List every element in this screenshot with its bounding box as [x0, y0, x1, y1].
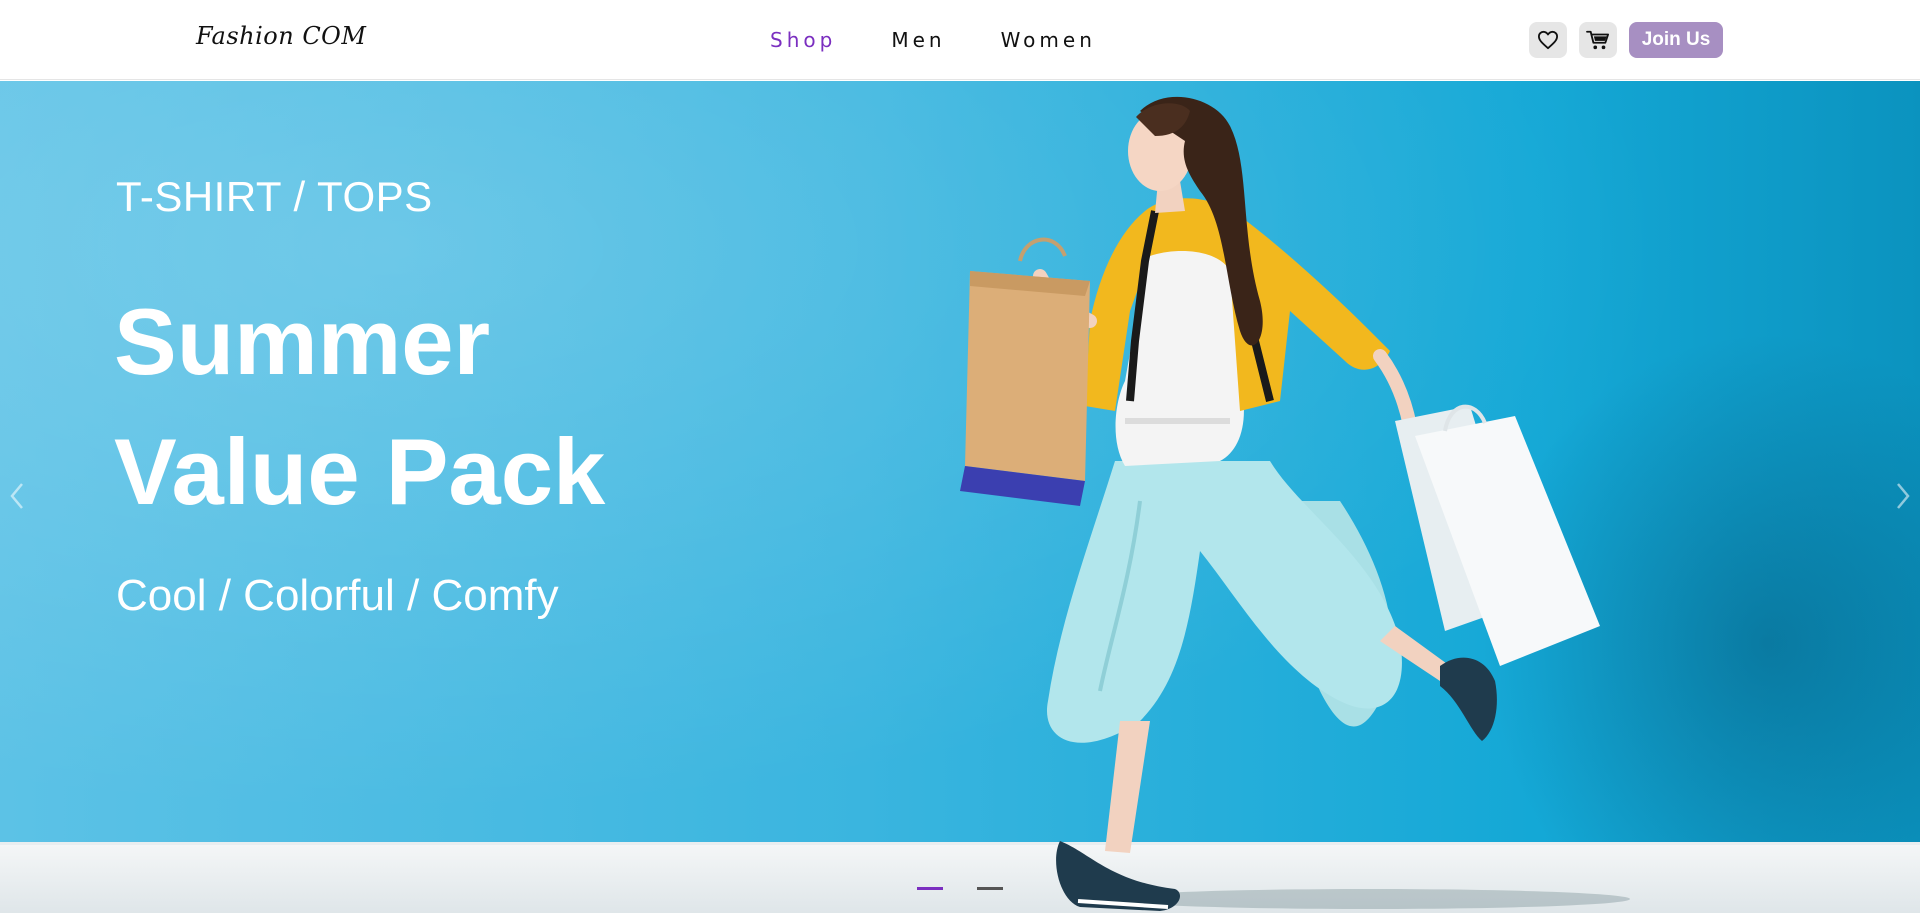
hero-subtitle: Cool / Colorful / Comfy	[116, 571, 559, 620]
hero-category: T-SHIRT / TOPS	[116, 173, 433, 220]
wishlist-button[interactable]	[1529, 22, 1567, 58]
chevron-right-icon	[1897, 483, 1910, 509]
carousel-dot-1[interactable]	[917, 887, 943, 890]
join-us-button[interactable]: Join Us	[1629, 22, 1723, 58]
cart-button[interactable]	[1579, 22, 1617, 58]
hero-title: Summer Value Pack	[114, 277, 814, 537]
carousel-dot-2[interactable]	[977, 887, 1003, 890]
nav-item-shop[interactable]: Shop	[770, 28, 836, 52]
cart-icon	[1586, 30, 1609, 50]
hero-title-line-1: Summer	[114, 289, 491, 394]
nav-item-women[interactable]: Women	[1001, 28, 1096, 52]
heart-icon	[1537, 30, 1558, 50]
hero-title-line-2: Value Pack	[114, 419, 606, 524]
carousel-prev-button[interactable]	[2, 476, 30, 516]
top-header: Fashion COM Shop Men Women Join Us	[0, 0, 1920, 80]
carousel-indicators	[917, 887, 1003, 890]
nav-item-men[interactable]: Men	[891, 28, 945, 52]
carousel-next-button[interactable]	[1890, 476, 1918, 516]
hero-banner: T-SHIRT / TOPS Summer Value Pack Cool / …	[0, 81, 1920, 913]
site-logo[interactable]: Fashion COM	[196, 22, 366, 50]
main-nav: Shop Men Women	[770, 28, 1096, 52]
chevron-left-icon	[10, 483, 23, 509]
hero-model-image	[960, 96, 1630, 911]
